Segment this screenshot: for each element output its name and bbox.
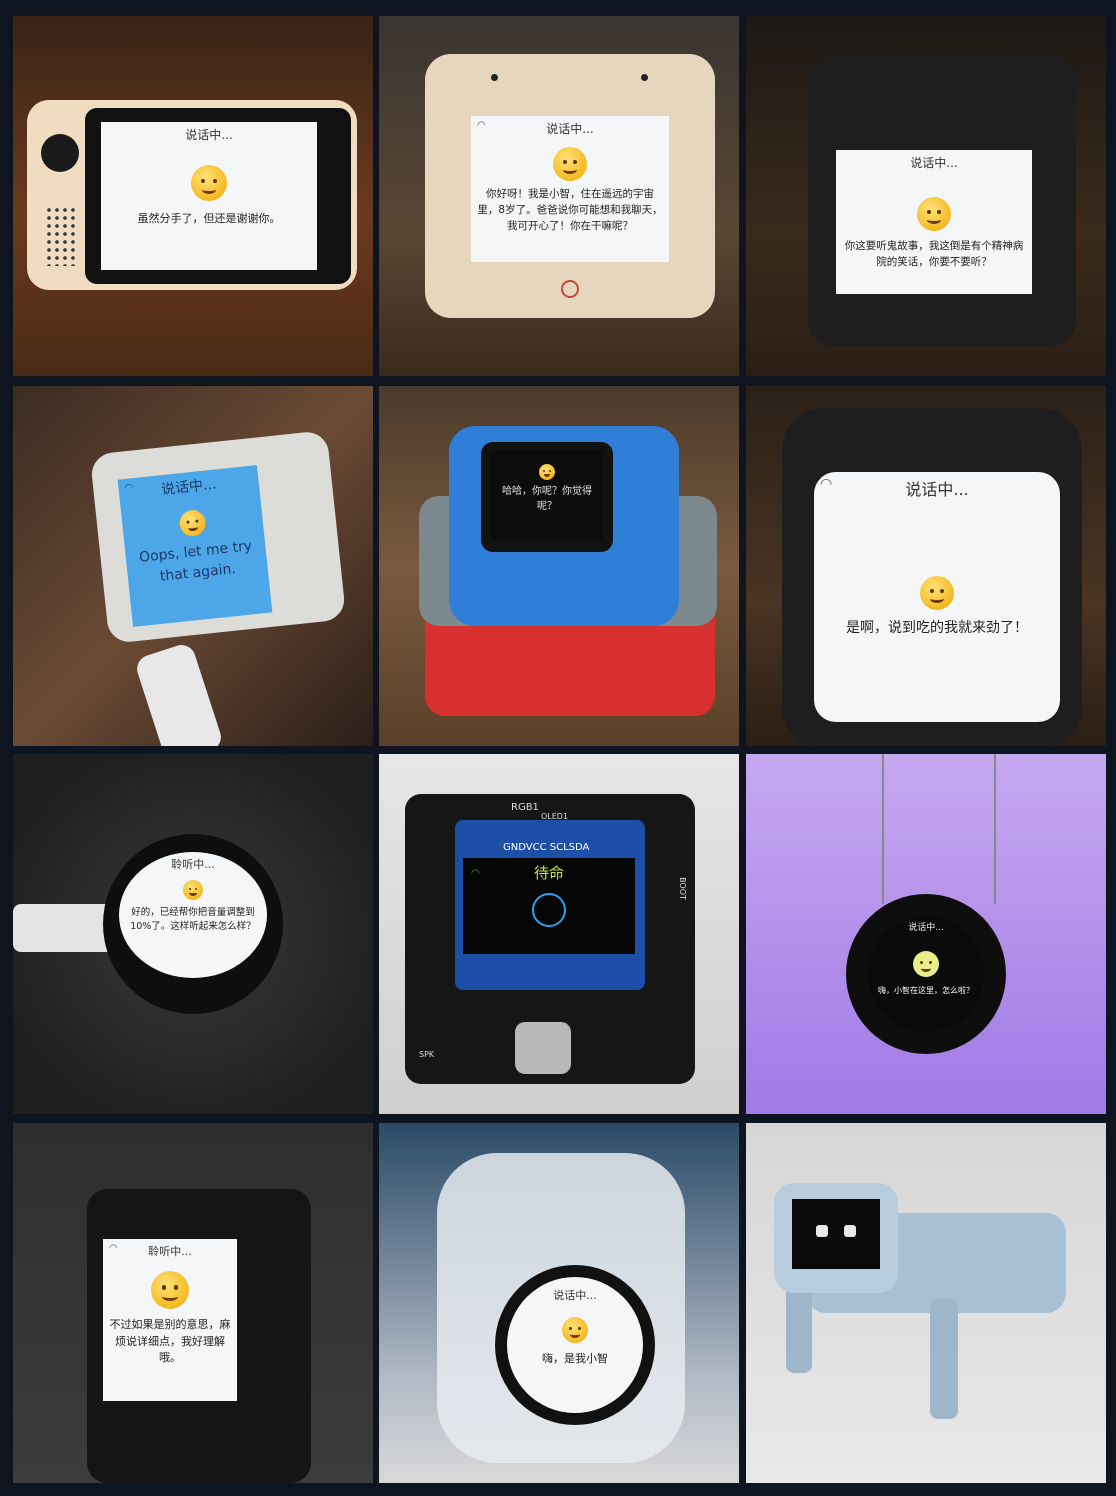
status-text: 待命 (533, 864, 564, 882)
mic-hole-right (641, 74, 648, 81)
device-screen: ◠ 说话中... 是啊，说到吃的我就来劲了！ (814, 472, 1060, 722)
wifi-icon: ◠ (820, 476, 833, 492)
status-text: 说话中... (908, 923, 944, 933)
relieved-face-icon (191, 165, 227, 201)
device-screen: 哈哈，你呢？你觉得呢？ (491, 450, 603, 540)
status-text: 说话中... (160, 476, 218, 499)
device-screen: 说话中... 你这要听鬼故事，我这倒是有个精神病院的笑话，你要不要听？ (836, 150, 1032, 294)
message-text: 好的，已经帮你把音量调整到10%了。这样听起来怎么样？ (130, 907, 256, 933)
device-screen: 说话中... 嗨，小智在这里，怎么啦？ (868, 916, 984, 1032)
neutral-face-icon (183, 880, 203, 900)
photo-tile-12 (746, 1123, 1106, 1483)
status-text: 说话中... (905, 480, 969, 499)
photo-tile-6: ◠ 说话中... 是啊，说到吃的我就来劲了！ (746, 386, 1106, 746)
device-screen: ◠ 聆听中... 不过如果是别的意思，麻烦说详细点，我好理解哦。 (103, 1239, 237, 1401)
smiling-face-icon (562, 1317, 588, 1343)
photo-tile-1: 说话中... 虽然分手了，但还是谢谢你。 (13, 16, 373, 376)
usb-c-port (515, 1022, 571, 1074)
status-text: 说话中... (553, 1289, 597, 1302)
home-button[interactable] (561, 280, 579, 298)
message-text: 嗨，是我小智 (542, 1352, 608, 1365)
device-screen: ◠ 说话中... 你好呀！我是小智，住在遥远的宇宙里，8岁了。爸爸说你可能想和我… (471, 116, 669, 262)
device-screen: 聆听中... 好的，已经帮你把音量调整到10%了。这样听起来怎么样？ (119, 852, 267, 978)
rgb-label: RGB1 (511, 802, 539, 813)
robot-face-icon (532, 893, 566, 927)
photo-tile-7: 聆听中... 好的，已经帮你把音量调整到10%了。这样听起来怎么样？ (13, 754, 373, 1114)
message-text: 你好呀！我是小智，住在遥远的宇宙里，8岁了。爸爸说你可能想和我聊天，我可开心了！… (477, 188, 663, 232)
speaker-grille (45, 206, 77, 266)
robot-leg-rear (930, 1299, 958, 1419)
neutral-face-icon (151, 1271, 189, 1309)
spk-label: SPK (419, 1050, 435, 1059)
device-screen: ◠ 待命 (463, 858, 635, 954)
laughing-tears-face-icon (178, 508, 207, 538)
device-screen: 说话中... 嗨，是我小智 (507, 1277, 643, 1413)
slight-smile-face-icon (913, 951, 939, 977)
mic-hole-left (491, 74, 498, 81)
device-screen (792, 1199, 880, 1269)
message-text: Oops, let me try that again. (138, 538, 253, 585)
robot-eyes-icon (816, 1225, 856, 1239)
photo-tile-2: ◠ 说话中... 你好呀！我是小智，住在遥远的宇宙里，8岁了。爸爸说你可能想和我… (379, 16, 739, 376)
thinking-face-icon (917, 197, 951, 231)
status-text: 聆听中... (171, 858, 215, 871)
photo-tile-10: ◠ 聆听中... 不过如果是别的意思，麻烦说详细点，我好理解哦。 (13, 1123, 373, 1483)
smiling-face-icon (539, 464, 555, 480)
photo-tile-3: 说话中... 你这要听鬼故事，我这倒是有个精神病院的笑话，你要不要听？ (746, 16, 1106, 376)
message-text: 是啊，说到吃的我就来劲了！ (846, 620, 1028, 636)
camera-lens (41, 134, 79, 172)
status-text: 说话中... (910, 156, 958, 170)
device-screen: ◠ 说话中... Oops, let me try that again. (117, 465, 273, 627)
message-text: 不过如果是别的意思，麻烦说详细点，我好理解哦。 (109, 1318, 231, 1364)
photo-tile-11: 说话中... 嗨，是我小智 (379, 1123, 739, 1483)
photo-tile-9: 说话中... 嗨，小智在这里，怎么啦？ (746, 754, 1106, 1114)
robot-leg-front (786, 1283, 812, 1373)
message-text: 哈哈，你呢？你觉得呢？ (502, 486, 592, 512)
photo-tile-5: 哈哈，你呢？你觉得呢？ (379, 386, 739, 746)
message-text: 你这要听鬼故事，我这倒是有个精神病院的笑话，你要不要听？ (844, 240, 1024, 268)
status-text: 说话中... (185, 128, 233, 142)
necklace-chain (882, 754, 996, 904)
pin-labels: GNDVCC SCLSDA (503, 842, 590, 853)
wifi-icon: ◠ (109, 1243, 118, 1254)
photo-tile-8: RGB1 OLED1 GNDVCC SCLSDA ◠ 待命 SPK BOOT (379, 754, 739, 1114)
message-text: 嗨，小智在这里，怎么啦？ (878, 986, 974, 995)
wifi-icon: ◠ (124, 482, 134, 495)
smiling-face-icon (553, 147, 587, 181)
yum-face-icon (920, 576, 954, 610)
wifi-icon: ◠ (471, 868, 480, 879)
status-text: 聆听中... (148, 1245, 192, 1258)
boot-label: BOOT (677, 877, 687, 900)
device-screen: 说话中... 虽然分手了，但还是谢谢你。 (101, 122, 317, 270)
message-text: 虽然分手了，但还是谢谢你。 (137, 212, 281, 225)
status-text: 说话中... (546, 122, 594, 136)
wifi-icon: ◠ (477, 120, 486, 131)
photo-tile-4: ◠ 说话中... Oops, let me try that again. (13, 386, 373, 746)
